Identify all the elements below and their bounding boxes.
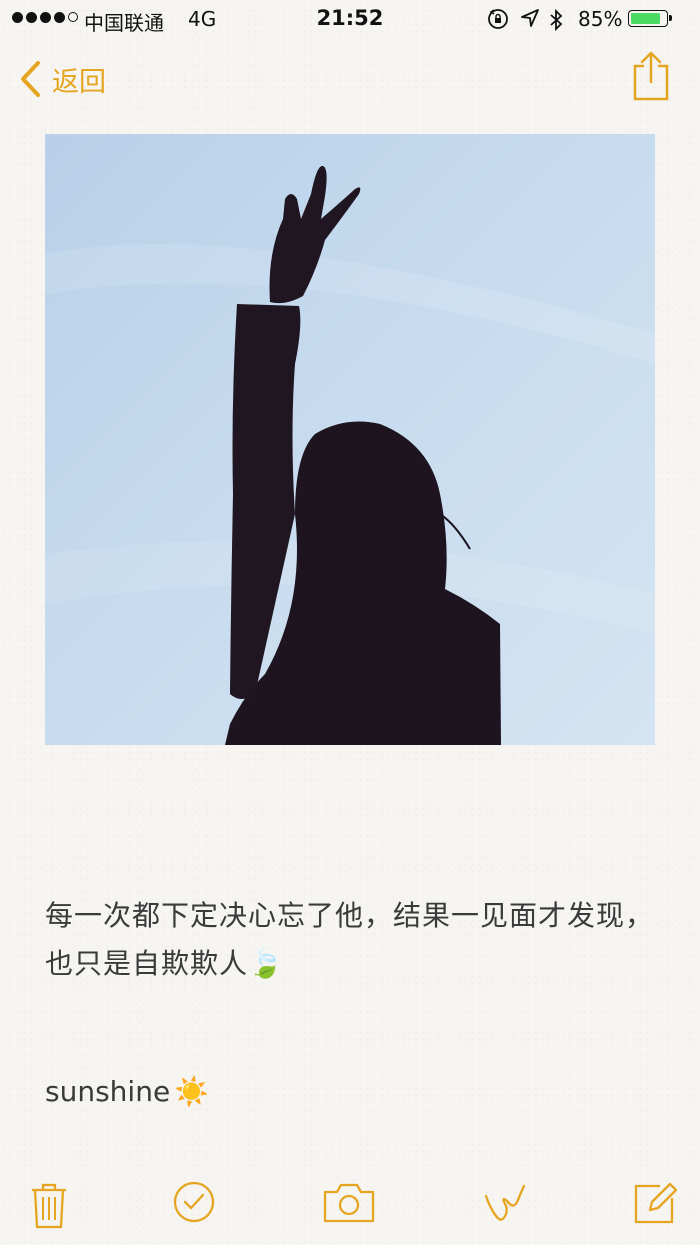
compose-icon[interactable] <box>632 1180 678 1226</box>
bluetooth-icon <box>550 8 563 32</box>
battery-percent: 85% <box>578 7 623 31</box>
signature-text: sunshine <box>45 1075 171 1108</box>
rotation-lock-icon <box>488 9 508 29</box>
checklist-icon[interactable] <box>172 1180 216 1224</box>
battery-icon <box>628 10 672 27</box>
share-icon <box>633 51 669 101</box>
back-label: 返回 <box>52 66 106 98</box>
bottom-toolbar <box>0 1170 700 1240</box>
status-bar: 中国联通 4G 21:52 85% <box>0 0 700 40</box>
leaf-emoji-icon: 🍃 <box>248 947 284 980</box>
back-button[interactable]: 返回 <box>18 57 106 101</box>
share-button[interactable] <box>632 50 670 106</box>
note-body[interactable]: 每一次都下定决心忘了他，结果一见面才发现，也只是自欺欺人🍃 <box>45 892 660 988</box>
chevron-left-icon <box>21 61 40 97</box>
note-photo[interactable] <box>45 134 655 745</box>
trash-icon[interactable] <box>29 1180 69 1230</box>
photo-silhouette-peace-sign <box>45 134 655 745</box>
sun-emoji-icon: ☀️ <box>174 1075 210 1108</box>
camera-icon[interactable] <box>322 1180 376 1224</box>
battery-fill <box>631 13 660 24</box>
note-signature[interactable]: sunshine ☀️ <box>45 1075 209 1108</box>
location-arrow-icon <box>521 9 539 27</box>
sketch-icon[interactable] <box>482 1180 528 1226</box>
note-body-text: 每一次都下定决心忘了他，结果一见面才发现，也只是自欺欺人 <box>45 899 655 980</box>
